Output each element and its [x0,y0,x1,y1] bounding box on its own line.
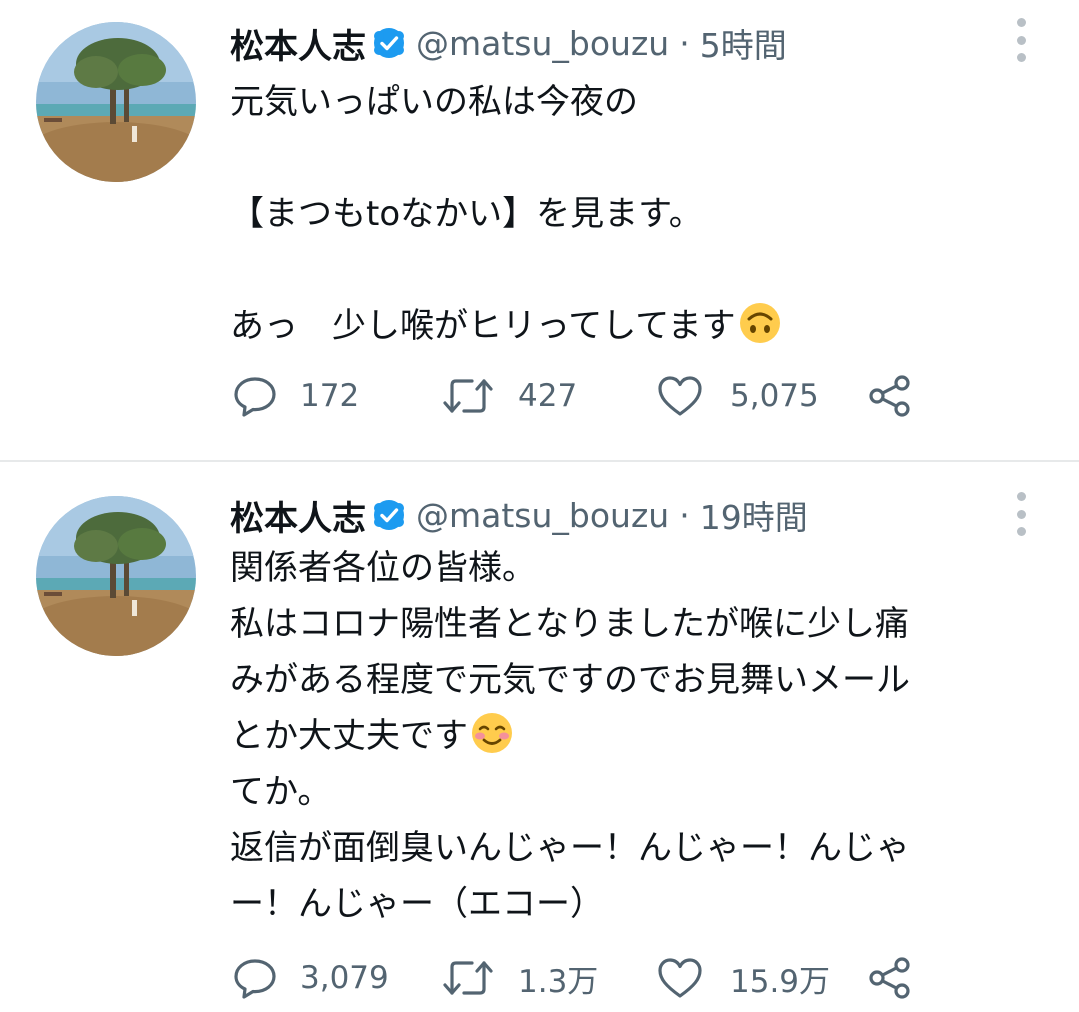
tweet-line: 関係者各位の皆様。 [230,548,536,588]
verified-badge-icon [372,26,406,60]
like-count: 5,075 [730,378,819,414]
tweet-line: ー！んじゃー（エコー） [230,884,604,924]
reply-icon [232,955,278,1001]
handle[interactable]: @matsu_bouzu [416,24,669,63]
timestamp[interactable]: 19時間 [700,491,808,539]
tweet-line: 元気いっぱいの私は今夜の [230,82,638,122]
tweet[interactable]: 松本人志 @matsu_bouzu · 19時間 関係者各位の皆様。 私はコロナ… [0,462,1079,1012]
tweet-header: 松本人志 @matsu_bouzu · 19時間 [230,490,808,540]
tweet-line-with-emoji: あっ 少し喉がヒリってしてます [230,298,1050,354]
separator-dot: · [679,23,690,63]
tweet-line [230,242,1050,298]
tweet-text: 関係者各位の皆様。 私はコロナ陽性者となりましたが喉に少し痛 みがある程度で元気… [230,540,1050,932]
retweet-button[interactable]: 427 [442,366,577,426]
share-icon [866,954,914,1002]
upside-down-face-emoji [738,301,782,345]
retweet-icon [442,955,494,1001]
reply-count: 3,079 [300,960,389,996]
more-icon[interactable] [1010,18,1032,62]
like-count: 15.9万 [730,963,831,1000]
handle[interactable]: @matsu_bouzu [416,496,669,535]
reply-button[interactable]: 3,079 [232,948,389,1008]
tweet-line: みがある程度で元気ですのでお見舞いメール [230,660,910,700]
smiling-face-emoji [470,711,514,755]
retweet-button[interactable]: 1.3万 [442,948,598,1008]
display-name[interactable]: 松本人志 [230,19,366,68]
like-button[interactable]: 15.9万 [656,948,830,1008]
verified-badge-icon [372,498,406,532]
tweet-actions: 3,079 1.3万 15.9万 [232,948,952,1008]
tweet-line [230,130,1050,186]
tweet-line: 【まつもtoなかい】を見ます。 [230,194,703,234]
tweet-line: 私はコロナ陽性者となりましたが喉に少し痛 [230,604,909,644]
avatar[interactable] [36,496,196,656]
share-icon [866,372,914,420]
retweet-count: 1.3万 [518,963,599,1000]
like-button[interactable]: 5,075 [656,366,819,426]
avatar[interactable] [36,22,196,182]
tweet-line-text: あっ 少し喉がヒリってしてます [230,306,736,346]
share-button[interactable] [866,948,914,1008]
tweet-line-text: とか大丈夫です [230,716,468,756]
reply-icon [232,373,278,419]
tweet-line: てか。 [230,772,332,812]
separator-dot: · [679,495,690,535]
tweet-line-with-emoji: とか大丈夫です [230,708,1050,764]
tweet-text: 元気いっぱいの私は今夜の 【まつもtoなかい】を見ます。 あっ 少し喉がヒリって… [230,74,1050,354]
more-icon[interactable] [1010,492,1032,536]
retweet-count: 427 [518,378,578,414]
like-icon [656,955,704,1001]
tweet-actions: 172 427 5,075 [232,366,952,426]
timestamp[interactable]: 5時間 [700,19,787,67]
tweet-header: 松本人志 @matsu_bouzu · 5時間 [230,18,787,68]
display-name[interactable]: 松本人志 [230,491,366,540]
like-icon [656,373,704,419]
reply-button[interactable]: 172 [232,366,359,426]
tweet[interactable]: 松本人志 @matsu_bouzu · 5時間 元気いっぱいの私は今夜の 【まつ… [0,0,1079,460]
retweet-icon [442,373,494,419]
share-button[interactable] [866,366,914,426]
tweet-line: 返信が面倒臭いんじゃー！んじゃー！んじゃ [230,828,910,868]
reply-count: 172 [300,378,360,414]
